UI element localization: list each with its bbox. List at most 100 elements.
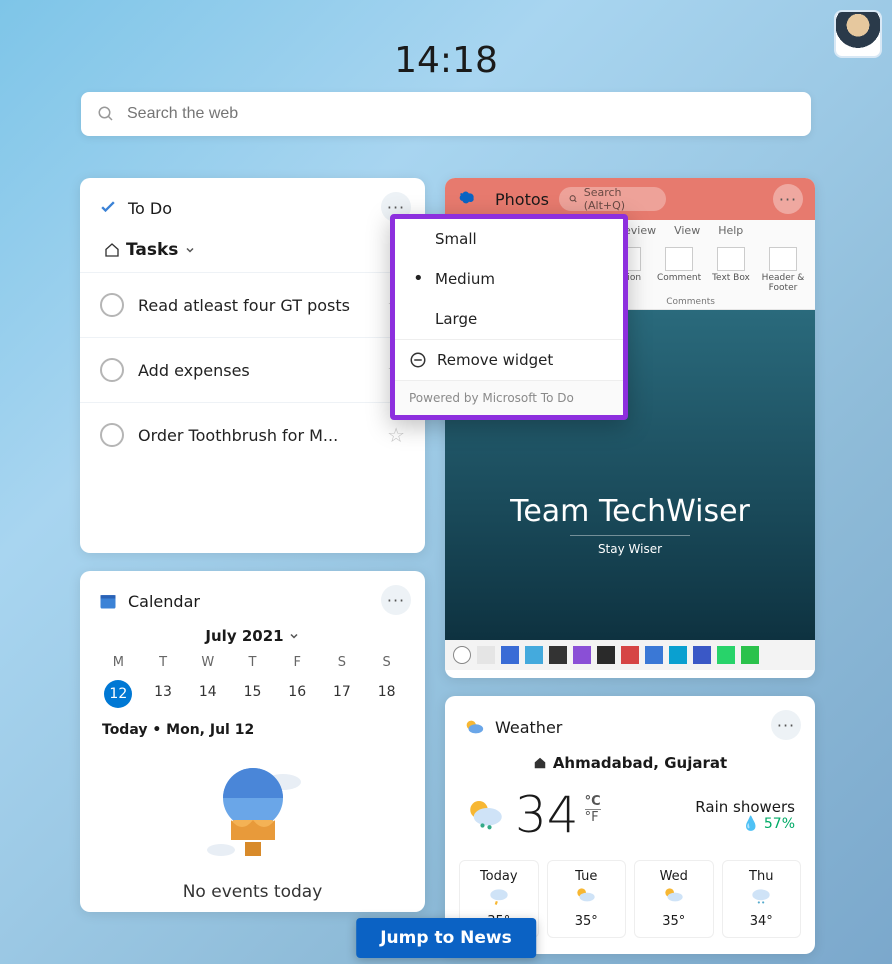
forecast-day[interactable]: Wed 35° — [634, 860, 714, 938]
photos-icon — [457, 188, 479, 210]
weather-current: 34 °C °F Rain showers 💧 57% — [445, 778, 815, 852]
taskbar-icon[interactable] — [573, 646, 591, 664]
taskbar-icon[interactable] — [597, 646, 615, 664]
forecast-day[interactable]: Tue 35° — [547, 860, 627, 938]
todo-icon — [98, 198, 118, 218]
calendar-dow: S — [320, 655, 365, 670]
photos-more-button[interactable]: ··· — [773, 184, 803, 214]
calendar-dow: W — [185, 655, 230, 670]
calendar-illustration — [80, 748, 425, 878]
todo-list-header[interactable]: Tasks — [80, 228, 425, 272]
calendar-day[interactable]: 13 — [141, 680, 186, 708]
taskbar-icon[interactable] — [741, 646, 759, 664]
slide-title: Team TechWiser — [510, 494, 750, 529]
taskbar-icon[interactable] — [717, 646, 735, 664]
photos-search-placeholder: Search (Alt+Q) — [584, 186, 656, 212]
calendar-day[interactable]: 18 — [364, 680, 409, 708]
task-text: Order Toothbrush for M... — [138, 426, 373, 445]
todo-list-label: Tasks — [126, 240, 178, 260]
ctx-remove-widget[interactable]: Remove widget — [395, 339, 623, 380]
ribbon-group-label: Comments — [666, 297, 715, 307]
calendar-grid: M T W T F S S 12 13 14 15 16 17 18 — [80, 651, 425, 712]
home-icon — [533, 756, 547, 770]
task-checkbox[interactable] — [100, 358, 124, 382]
ctx-size-medium[interactable]: Medium — [395, 259, 623, 299]
calendar-no-events: No events today — [80, 878, 425, 902]
forecast-icon — [659, 884, 689, 910]
taskbar-icon[interactable] — [525, 646, 543, 664]
home-icon — [104, 242, 120, 258]
taskbar-icon[interactable] — [501, 646, 519, 664]
weather-title: Weather — [495, 718, 562, 737]
user-avatar[interactable] — [834, 10, 882, 58]
star-icon[interactable]: ☆ — [387, 423, 405, 447]
task-row[interactable]: Read atleast four GT posts ☆ — [80, 272, 425, 337]
chevron-down-icon — [184, 244, 196, 256]
task-checkbox[interactable] — [100, 293, 124, 317]
weather-icon — [463, 716, 485, 738]
taskbar-icon[interactable] — [693, 646, 711, 664]
ctx-footer: Powered by Microsoft To Do — [395, 380, 623, 415]
ribbon-tool-header[interactable]: Header & Footer — [761, 247, 805, 293]
task-text: Read atleast four GT posts — [138, 296, 373, 315]
forecast-icon — [571, 884, 601, 910]
calendar-dow: S — [364, 655, 409, 670]
weather-condition-icon — [465, 794, 507, 836]
photos-taskbar — [445, 640, 815, 670]
jump-to-news-button[interactable]: Jump to News — [356, 918, 536, 958]
taskbar-icon[interactable] — [549, 646, 567, 664]
calendar-day[interactable]: 16 — [275, 680, 320, 708]
ribbon-tab[interactable]: View — [674, 224, 700, 237]
calendar-dow: T — [141, 655, 186, 670]
calendar-dow: F — [275, 655, 320, 670]
weather-location[interactable]: Ahmadabad, Gujarat — [445, 748, 815, 778]
taskbar-icon[interactable] — [621, 646, 639, 664]
weather-temp: 34 — [515, 786, 579, 844]
widget-context-menu: Small Medium Large Remove widget Powered… — [390, 214, 628, 420]
forecast-day[interactable]: Thu 34° — [722, 860, 802, 938]
calendar-day[interactable]: 14 — [185, 680, 230, 708]
taskbar-icon[interactable] — [645, 646, 663, 664]
ribbon-tab[interactable]: Help — [718, 224, 743, 237]
todo-title: To Do — [128, 199, 172, 218]
task-row[interactable]: Add expenses ☆ — [80, 337, 425, 402]
weather-widget: Weather ··· Ahmadabad, Gujarat 34 °C °F — [445, 696, 815, 954]
calendar-month-label: July 2021 — [205, 627, 283, 645]
task-checkbox[interactable] — [100, 423, 124, 447]
weather-condition-text: Rain showers — [695, 798, 795, 816]
calendar-day[interactable]: 17 — [320, 680, 365, 708]
forecast-icon — [746, 884, 776, 910]
ctx-size-large[interactable]: Large — [395, 299, 623, 339]
search-icon — [97, 105, 115, 123]
calendar-today-label: Today • Mon, Jul 12 — [80, 712, 425, 748]
search-input[interactable] — [127, 105, 795, 123]
slide-subtitle: Stay Wiser — [570, 535, 690, 556]
chevron-down-icon — [288, 630, 300, 642]
calendar-icon — [98, 591, 118, 611]
weather-more-button[interactable]: ··· — [771, 710, 801, 740]
calendar-more-button[interactable]: ··· — [381, 585, 411, 615]
calendar-month[interactable]: July 2021 — [80, 621, 425, 651]
taskbar-icon[interactable] — [477, 646, 495, 664]
photos-title: Photos — [495, 190, 549, 209]
taskbar-icon[interactable] — [453, 646, 471, 664]
calendar-dow: M — [96, 655, 141, 670]
search-bar[interactable] — [81, 92, 811, 136]
ctx-size-small[interactable]: Small — [395, 219, 623, 259]
todo-widget: To Do ··· Tasks Read atleast four GT pos… — [80, 178, 425, 553]
taskbar-icon[interactable] — [669, 646, 687, 664]
remove-icon — [409, 351, 427, 369]
task-text: Add expenses — [138, 361, 373, 380]
ribbon-tool-textbox[interactable]: Text Box — [709, 247, 753, 293]
calendar-day[interactable]: 15 — [230, 680, 275, 708]
weather-units[interactable]: °C °F — [585, 786, 601, 825]
search-icon — [569, 194, 578, 204]
ribbon-tool-comment[interactable]: Comment — [657, 247, 701, 293]
calendar-day-today[interactable]: 12 — [104, 680, 132, 708]
calendar-dow: T — [230, 655, 275, 670]
weather-humidity: 💧 57% — [695, 816, 795, 832]
calendar-title: Calendar — [128, 592, 200, 611]
clock-time: 14:18 — [394, 40, 498, 81]
photos-search[interactable]: Search (Alt+Q) — [559, 187, 666, 211]
task-row[interactable]: Order Toothbrush for M... ☆ — [80, 402, 425, 467]
